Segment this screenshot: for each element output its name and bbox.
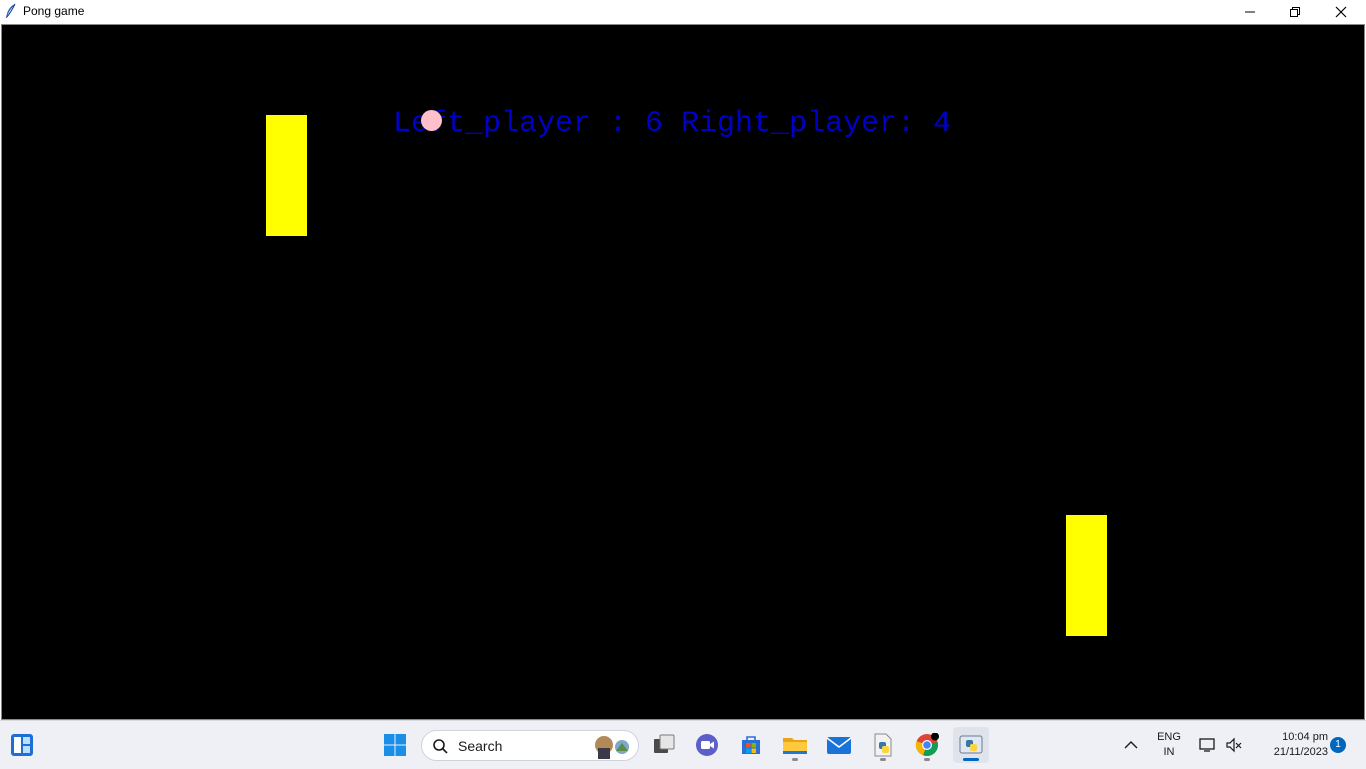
close-icon bbox=[1335, 6, 1347, 18]
meet-icon bbox=[696, 734, 718, 756]
left-paddle bbox=[266, 115, 307, 236]
network-button[interactable] bbox=[1196, 727, 1220, 763]
task-view-icon bbox=[654, 734, 675, 753]
widgets-icon bbox=[11, 734, 33, 756]
clock-date: 21/11/2023 bbox=[1273, 746, 1328, 758]
restore-icon bbox=[1290, 7, 1300, 17]
region-code: IN bbox=[1163, 746, 1175, 758]
show-hidden-icons-button[interactable] bbox=[1114, 727, 1148, 763]
active-indicator bbox=[963, 758, 979, 761]
store-button[interactable] bbox=[733, 727, 769, 763]
running-indicator bbox=[924, 758, 930, 761]
volume-button[interactable] bbox=[1222, 727, 1246, 763]
game-canvas[interactable]: Left_player : 6 Right_player: 4 bbox=[3, 27, 1363, 715]
search-icon bbox=[433, 739, 448, 754]
pong-window: Pong game Left_player : 6 Right_player: … bbox=[0, 0, 1366, 720]
volume-muted-icon bbox=[1226, 737, 1242, 753]
network-icon bbox=[1199, 738, 1215, 752]
restore-button[interactable] bbox=[1272, 0, 1318, 24]
widgets-button[interactable] bbox=[4, 727, 40, 763]
minimize-button[interactable] bbox=[1227, 0, 1273, 24]
search-highlight-icon bbox=[595, 736, 629, 759]
taskbar: Search ENG IN 10:04 pm 21/11/2023 1 bbox=[0, 720, 1366, 769]
task-view-button[interactable] bbox=[646, 727, 682, 763]
feather-app-icon bbox=[6, 3, 16, 18]
running-indicator bbox=[880, 758, 886, 761]
language-code: ENG bbox=[1157, 731, 1181, 743]
python-app-button[interactable] bbox=[953, 727, 989, 763]
close-button[interactable] bbox=[1318, 0, 1364, 24]
running-indicator bbox=[792, 758, 798, 761]
start-button[interactable] bbox=[377, 727, 413, 763]
title-bar[interactable]: Pong game bbox=[0, 0, 1366, 24]
chrome-icon bbox=[915, 733, 939, 757]
window-title: Pong game bbox=[23, 4, 85, 18]
file-explorer-icon bbox=[783, 738, 807, 754]
taskbar-search[interactable]: Search bbox=[421, 730, 639, 761]
right-paddle bbox=[1066, 515, 1107, 636]
python-app-icon bbox=[959, 735, 983, 754]
python-file-icon bbox=[874, 733, 892, 757]
file-explorer-button[interactable] bbox=[777, 727, 813, 763]
meet-button[interactable] bbox=[689, 727, 725, 763]
clock-time: 10:04 pm bbox=[1282, 731, 1328, 743]
chrome-button[interactable] bbox=[909, 727, 945, 763]
minimize-icon bbox=[1245, 11, 1255, 13]
language-indicator[interactable]: ENG IN bbox=[1152, 730, 1186, 760]
search-placeholder: Search bbox=[458, 738, 503, 754]
chevron-up-icon bbox=[1124, 741, 1138, 749]
notification-badge[interactable]: 1 bbox=[1330, 737, 1346, 753]
score-label: Left_player : 6 Right_player: 4 bbox=[393, 107, 952, 141]
ball bbox=[421, 110, 442, 131]
mail-icon bbox=[826, 737, 852, 754]
python-file-button[interactable] bbox=[865, 727, 901, 763]
mail-button[interactable] bbox=[821, 727, 857, 763]
start-icon bbox=[384, 734, 406, 756]
store-icon bbox=[742, 736, 760, 754]
clock[interactable]: 10:04 pm 21/11/2023 bbox=[1252, 730, 1328, 760]
